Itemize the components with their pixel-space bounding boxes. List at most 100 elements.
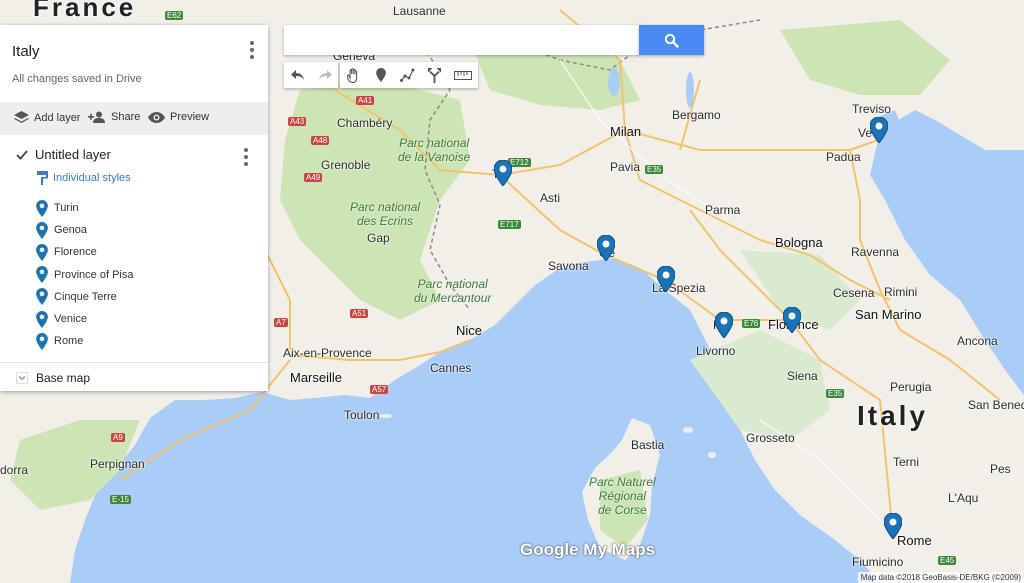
history-toolbar <box>284 62 338 88</box>
road-shield-e35-south: E35 <box>826 389 845 398</box>
map-attribution[interactable]: Map data ©2018 GeoBasis-DE/BKG (©2009) <box>857 572 1024 583</box>
panel-divider <box>0 362 268 363</box>
road-shield-e76: E76 <box>742 319 761 328</box>
city-label-toulon: Toulon <box>344 408 380 422</box>
layer-item[interactable]: Cinque Terre <box>36 286 133 308</box>
road-shield-e62: E62 <box>165 11 184 20</box>
share-label: Share <box>111 111 141 123</box>
layer-item-label: Cinque Terre <box>54 290 117 303</box>
marker-icon <box>36 288 48 306</box>
country-label-france: France <box>33 0 137 22</box>
road-shield-a43: A43 <box>288 117 307 126</box>
map-marker-rome[interactable] <box>884 513 902 539</box>
map-marker-venice[interactable] <box>870 117 888 143</box>
layer-item-label: Genoa <box>54 224 88 237</box>
city-label-pavia: Pavia <box>610 160 641 174</box>
layers-icon <box>14 111 29 123</box>
layer-item[interactable]: Turin <box>36 197 133 219</box>
city-label-perpignan: Perpignan <box>90 457 145 471</box>
park-label-mercantour: Parc national du Mercantour <box>414 277 492 305</box>
google-my-maps-logo: Google My Maps <box>520 540 656 559</box>
redo-button[interactable] <box>311 62 338 88</box>
add-person-icon <box>88 111 105 123</box>
draw-line-button[interactable] <box>394 62 421 88</box>
base-map-label: Base map <box>36 371 91 385</box>
layer-visibility-checkbox[interactable] <box>16 149 28 161</box>
city-label-lausanne: Lausanne <box>393 4 446 18</box>
map-marker-pisa[interactable] <box>715 312 733 338</box>
city-label-rimini: Rimini <box>884 285 918 299</box>
city-label-gap: Gap <box>367 231 390 245</box>
layer-item[interactable]: Florence <box>36 241 133 263</box>
directions-icon <box>428 67 441 83</box>
layer-item[interactable]: Venice <box>36 308 133 330</box>
redo-icon <box>318 69 332 80</box>
park-label-ecrins: Parc national des Ecrins <box>350 200 421 228</box>
road-shield-a41: A41 <box>356 96 375 105</box>
select-tool-button[interactable] <box>340 62 367 88</box>
city-label-andorra: dorra <box>0 463 29 477</box>
preview-label: Preview <box>170 111 210 123</box>
preview-button[interactable]: Preview <box>148 111 209 123</box>
city-label-pescara: Pes <box>990 462 1011 476</box>
ruler-icon <box>454 70 472 80</box>
undo-button[interactable] <box>284 62 311 88</box>
city-label-chambery: Chambéry <box>337 116 393 130</box>
layer-name[interactable]: Untitled layer <box>35 147 111 162</box>
city-label-asti: Asti <box>540 191 561 205</box>
city-label-fiumicino: Fiumicino <box>852 555 904 569</box>
city-label-bologna: Bologna <box>775 235 823 250</box>
layer-options-menu-icon[interactable] <box>244 148 248 166</box>
map-marker-genoa[interactable] <box>597 235 615 261</box>
layer-style-label: Individual styles <box>53 172 131 184</box>
marker-icon <box>36 310 48 328</box>
city-label-cannes: Cannes <box>430 361 472 375</box>
map-marker-turin[interactable] <box>494 160 512 186</box>
search-input[interactable] <box>284 25 640 55</box>
save-status: All changes saved in Drive <box>12 73 142 85</box>
measure-button[interactable] <box>448 62 478 88</box>
marker-icon <box>36 221 48 239</box>
chevron-down-icon <box>16 372 28 384</box>
add-marker-button[interactable] <box>367 62 394 88</box>
action-bar: Add layer Share Preview <box>0 102 268 135</box>
layer-style-link[interactable]: Individual styles <box>37 171 131 185</box>
layer-item[interactable]: Province of Pisa <box>36 264 133 286</box>
marker-icon <box>36 243 48 261</box>
city-label-treviso: Treviso <box>852 102 891 116</box>
city-label-siena: Siena <box>787 369 818 383</box>
add-layer-label: Add layer <box>34 111 81 124</box>
share-button[interactable]: Share <box>88 111 140 123</box>
marker-icon <box>36 199 48 217</box>
country-label-italy: Italy <box>857 400 929 431</box>
city-label-bastia: Bastia <box>631 438 665 452</box>
city-label-cesena: Cesena <box>833 286 875 300</box>
road-shield-e717: E717 <box>498 220 521 229</box>
city-label-laquila: L'Aqu <box>948 491 979 505</box>
map-title[interactable]: Italy <box>12 43 40 60</box>
add-directions-button[interactable] <box>421 62 448 88</box>
map-options-menu-icon[interactable] <box>250 41 254 59</box>
draw-line-icon <box>400 68 415 82</box>
marker-icon <box>375 68 386 82</box>
city-label-parma: Parma <box>705 203 741 217</box>
marker-icon <box>36 332 48 350</box>
add-layer-button[interactable]: Add layer <box>14 111 80 124</box>
road-shield-e15: E-15 <box>110 495 131 504</box>
undo-icon <box>290 69 304 80</box>
city-label-bergamo: Bergamo <box>672 108 721 122</box>
layer-item[interactable]: Genoa <box>36 219 133 241</box>
road-shield-a48: A48 <box>311 136 330 145</box>
city-label-ancona: Ancona <box>957 334 998 348</box>
map-marker-cinque-terre[interactable] <box>657 266 675 292</box>
eye-icon <box>148 111 165 123</box>
city-label-milan: Milan <box>610 124 642 139</box>
base-map-toggle[interactable]: Base map <box>16 371 90 385</box>
search-button[interactable] <box>639 25 704 55</box>
city-label-savona: Savona <box>548 259 589 273</box>
map-marker-florence[interactable] <box>783 307 801 333</box>
layer-item[interactable]: Rome <box>36 330 133 352</box>
city-label-ravenna: Ravenna <box>851 245 900 259</box>
layer-item-label: Rome <box>54 335 84 348</box>
search-icon <box>664 33 679 48</box>
